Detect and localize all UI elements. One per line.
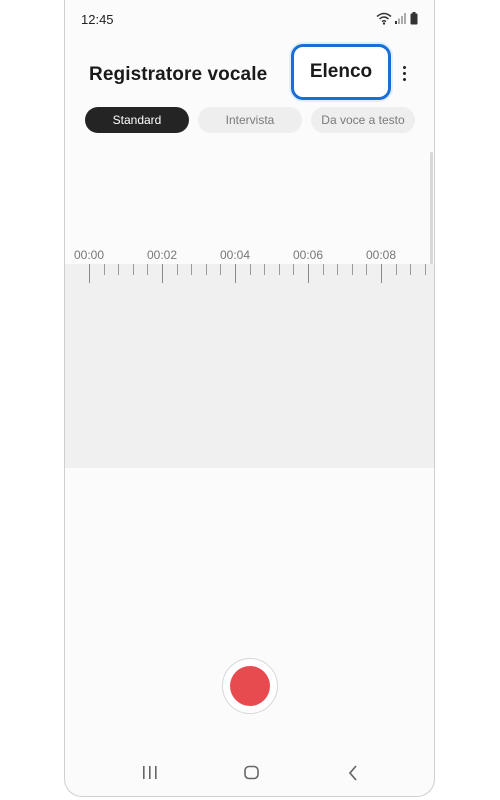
record-icon [230, 666, 270, 706]
ruler-major-tick [162, 264, 163, 283]
navigation-bar [65, 758, 434, 788]
waveform-area [65, 264, 434, 468]
battery-icon [410, 11, 418, 24]
time-label: 00:08 [365, 248, 397, 262]
ruler-minor-tick [279, 264, 280, 275]
more-options-icon[interactable] [399, 66, 409, 86]
ruler-minor-tick [191, 264, 192, 275]
ruler-minor-tick [118, 264, 119, 275]
ruler-major-tick [381, 264, 382, 283]
ruler-minor-tick [410, 264, 411, 275]
ruler-minor-tick [177, 264, 178, 275]
record-button[interactable] [222, 658, 278, 714]
wifi-icon [376, 12, 392, 25]
recording-timeline: 00:00 00:02 00:04 00:06 00:08 [65, 244, 434, 468]
ruler-minor-tick [425, 264, 426, 275]
ruler-minor-tick [293, 264, 294, 275]
ruler-minor-tick [220, 264, 221, 275]
ruler-minor-tick [250, 264, 251, 275]
time-label: 00:02 [146, 248, 178, 262]
ruler-minor-tick [264, 264, 265, 275]
page-title: Registratore vocale [89, 64, 268, 85]
ruler-minor-tick [337, 264, 338, 275]
recents-icon[interactable] [140, 764, 160, 782]
time-label: 00:06 [292, 248, 324, 262]
ruler-minor-tick [352, 264, 353, 275]
ruler-minor-tick [366, 264, 367, 275]
time-label: 00:04 [219, 248, 251, 262]
ruler-minor-tick [396, 264, 397, 275]
ruler-minor-tick [147, 264, 148, 275]
ruler-major-tick [89, 264, 90, 283]
signal-icon [395, 13, 406, 24]
back-icon[interactable] [344, 764, 364, 782]
tab-interview[interactable]: Intervista [198, 107, 302, 133]
ruler-minor-tick [206, 264, 207, 275]
status-time: 12:45 [81, 12, 114, 27]
ruler-major-tick [308, 264, 309, 283]
home-icon[interactable] [242, 764, 262, 782]
status-bar: 12:45 [65, 0, 434, 36]
ruler-minor-tick [104, 264, 105, 275]
time-label: 00:00 [73, 248, 105, 262]
ruler-minor-tick [133, 264, 134, 275]
phone-screen: 12:45 Registratore vocale Elenco Standar… [64, 0, 435, 797]
ruler-major-tick [235, 264, 236, 283]
list-button[interactable]: Elenco [291, 44, 391, 100]
ruler-minor-tick [323, 264, 324, 275]
time-labels: 00:00 00:02 00:04 00:06 00:08 [65, 244, 434, 264]
mode-tabs: Standard Intervista Da voce a testo [85, 107, 420, 133]
tab-speech-to-text[interactable]: Da voce a testo [311, 107, 415, 133]
tab-standard[interactable]: Standard [85, 107, 189, 133]
status-icons [376, 11, 418, 25]
